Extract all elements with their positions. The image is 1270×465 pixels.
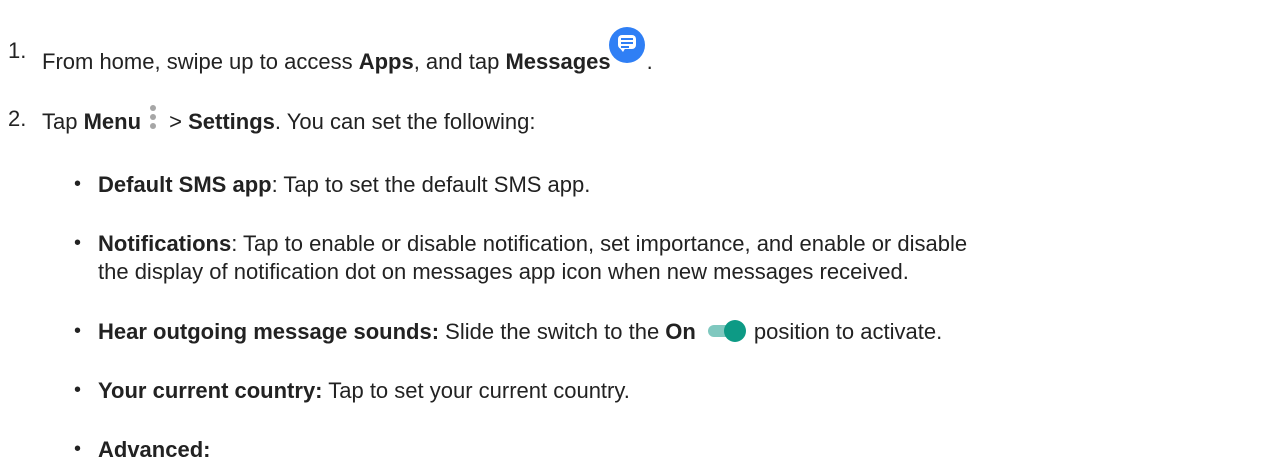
messages-app-icon xyxy=(608,27,647,73)
setting-description-continued: the display of notification dot on messa… xyxy=(98,259,909,284)
bullet-dot: • xyxy=(74,320,82,342)
setting-description: : Tap to set the default SMS app. xyxy=(271,172,591,197)
setting-text: Default SMS app: Tap to set the default … xyxy=(98,171,590,198)
step-text: Tap Menu > Settings. You can set the fol… xyxy=(42,105,535,135)
step-text-middle: > xyxy=(163,109,189,134)
step-text-suffix: . xyxy=(646,49,653,74)
setting-term: Advanced: xyxy=(98,437,211,462)
on-label: On xyxy=(665,319,696,344)
step-text: From home, swipe up to access Apps, and … xyxy=(42,27,653,75)
setting-term: Your current country: xyxy=(98,378,323,403)
setting-description: : Tap to enable or disable notification,… xyxy=(231,231,968,256)
step-text-suffix: . You can set the following: xyxy=(274,109,536,134)
toggle-on-icon xyxy=(707,320,746,342)
step-text-prefix: Tap xyxy=(42,109,84,134)
setting-term: Notifications xyxy=(98,231,232,256)
setting-term: Hear outgoing message sounds: xyxy=(98,319,440,344)
bullet-dot: • xyxy=(74,173,82,195)
bullet-dot: • xyxy=(74,232,82,254)
setting-term: Default SMS app xyxy=(98,172,272,197)
step-text-prefix: From home, swipe up to access xyxy=(42,49,359,74)
setting-text: Notifications: Tap to enable or disable … xyxy=(98,230,967,257)
setting-description: Slide the switch to the xyxy=(439,319,666,344)
step-number: 1. xyxy=(8,38,27,63)
kebab-menu-icon xyxy=(147,105,159,132)
setting-text: Hear outgoing message sounds: Slide the … xyxy=(98,318,942,345)
bullet-dot: • xyxy=(74,438,82,460)
menu-label: Menu xyxy=(83,109,142,134)
apps-label: Apps xyxy=(358,49,414,74)
messages-label: Messages xyxy=(505,49,611,74)
step-number: 2. xyxy=(8,106,27,131)
settings-label: Settings xyxy=(188,109,275,134)
step-text-middle: , and tap xyxy=(413,49,506,74)
bullet-dot: • xyxy=(74,379,82,401)
setting-text: Your current country: Tap to set your cu… xyxy=(98,377,630,404)
setting-text: Advanced: xyxy=(98,436,210,463)
setting-description: Tap to set your current country. xyxy=(322,378,630,403)
setting-description-suffix: position to activate. xyxy=(753,319,943,344)
